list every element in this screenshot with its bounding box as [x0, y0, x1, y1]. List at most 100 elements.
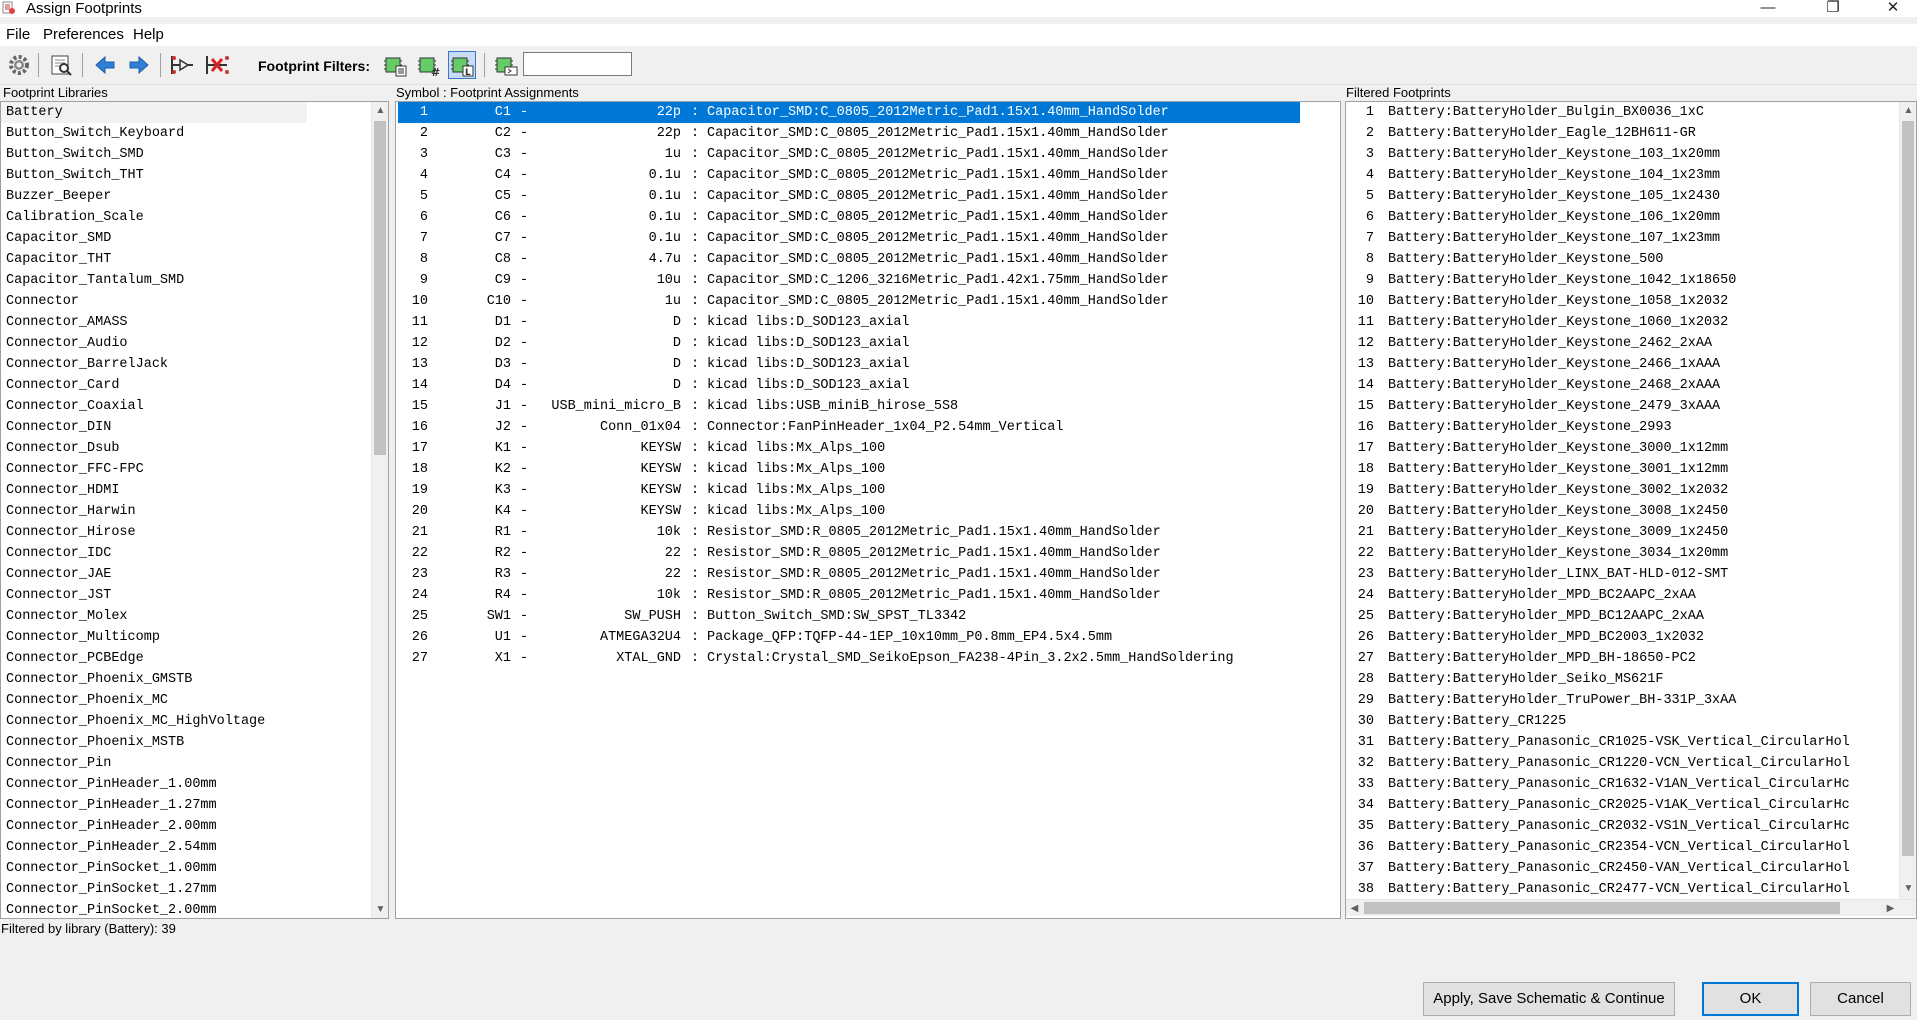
- filtered-footprint-row[interactable]: 18 Battery:BatteryHolder_Keystone_3001_1x…: [1346, 459, 1906, 480]
- assignment-row[interactable]: 16 J2- Conn_01x04: Connector:FanPinHeader_1…: [398, 417, 1340, 438]
- filtered-footprint-row[interactable]: 37 Battery:Battery_Panasonic_CR2450-VAN_V…: [1346, 858, 1906, 879]
- assignment-row[interactable]: 6 C6-0.1u: Capacitor_SMD:C_0805_2012Metric…: [398, 207, 1340, 228]
- auto-associate-icon[interactable]: [168, 51, 196, 79]
- assignment-row[interactable]: 19 K3- KEYSW: kicad libs:Mx_Alps_100: [398, 480, 1340, 501]
- assignment-row[interactable]: 2 C2-22p: Capacitor_SMD:C_0805_2012Metric_…: [398, 123, 1340, 144]
- assignment-row[interactable]: 8 C8-4.7u: Capacitor_SMD:C_0805_2012Metric…: [398, 249, 1340, 270]
- filtered-footprint-row[interactable]: 25 Battery:BatteryHolder_MPD_BC12AAPC_2xA…: [1346, 606, 1906, 627]
- filtered-footprint-row[interactable]: 14 Battery:BatteryHolder_Keystone_2468_2x…: [1346, 375, 1906, 396]
- filtered-footprint-row[interactable]: 17 Battery:BatteryHolder_Keystone_3000_1x…: [1346, 438, 1906, 459]
- assignment-row[interactable]: 23 R3-22: Resistor_SMD:R_0805_2012Metric_P…: [398, 564, 1340, 585]
- filtered-footprint-row[interactable]: 27 Battery:BatteryHolder_MPD_BH-18650-PC2: [1346, 648, 1906, 669]
- scroll-up-icon[interactable]: ▲: [1900, 102, 1916, 119]
- symbol-footprint-assignments-list[interactable]: 1 C1-22p: Capacitor_SMD:C_0805_2012Metric_…: [395, 101, 1341, 919]
- cancel-button[interactable]: Cancel: [1810, 982, 1911, 1016]
- library-list-item[interactable]: Connector_Audio: [6, 333, 128, 354]
- library-list-item[interactable]: Connector_IDC: [6, 543, 111, 564]
- library-list-item[interactable]: Button_Switch_Keyboard: [6, 123, 184, 144]
- assignment-row[interactable]: 4 C4-0.1u: Capacitor_SMD:C_0805_2012Metric…: [398, 165, 1340, 186]
- menu-help[interactable]: Help: [133, 26, 164, 44]
- library-list-item[interactable]: Connector_PinHeader_1.27mm: [6, 795, 217, 816]
- library-list-item[interactable]: Connector_Phoenix_MC_HighVoltage: [6, 711, 265, 732]
- arrow-right-icon[interactable]: [125, 51, 153, 79]
- library-list-item[interactable]: Connector_Phoenix_GMSTB: [6, 669, 192, 690]
- footprint-libraries-list[interactable]: ▲ ▼ Battery Button_Switch_Keyboard Button_…: [0, 101, 389, 919]
- delete-associations-icon[interactable]: [203, 51, 231, 79]
- library-list-item[interactable]: Connector_Harwin: [6, 501, 136, 522]
- filtered-footprint-row[interactable]: 11 Battery:BatteryHolder_Keystone_1060_1x…: [1346, 312, 1906, 333]
- assignment-row[interactable]: 10 C10-1u: Capacitor_SMD:C_0805_2012Metric…: [398, 291, 1340, 312]
- filtered-footprint-row[interactable]: 2 Battery:BatteryHolder_Eagle_12BH611-GR: [1346, 123, 1906, 144]
- filtered-footprint-row[interactable]: 4 Battery:BatteryHolder_Keystone_104_1x23…: [1346, 165, 1906, 186]
- library-list-item[interactable]: Connector_PinHeader_2.54mm: [6, 837, 217, 858]
- maximize-icon[interactable]: ❐: [1810, 0, 1856, 17]
- library-list-item[interactable]: Connector_HDMI: [6, 480, 119, 501]
- library-list-item[interactable]: Connector_Hirose: [6, 522, 136, 543]
- library-list-item[interactable]: Connector_PinSocket_1.00mm: [6, 858, 217, 879]
- library-list-item[interactable]: Connector_Pin: [6, 753, 111, 774]
- library-list-item[interactable]: Button_Switch_THT: [6, 165, 144, 186]
- filtered-footprints-list[interactable]: 38 Battery:Battery_Panasonic_CR2477-VCN_V…: [1345, 101, 1917, 919]
- library-list-item[interactable]: Connector: [6, 291, 79, 312]
- close-icon[interactable]: ✕: [1870, 0, 1916, 17]
- library-list-item[interactable]: Connector_JST: [6, 585, 111, 606]
- filtered-footprint-row[interactable]: 38 Battery:Battery_Panasonic_CR2477-VCN_V…: [1346, 879, 1906, 900]
- library-list-item[interactable]: Calibration_Scale: [6, 207, 144, 228]
- filtered-footprint-row[interactable]: 10 Battery:BatteryHolder_Keystone_1058_1x…: [1346, 291, 1906, 312]
- library-list-item[interactable]: Connector_Coaxial: [6, 396, 144, 417]
- library-list-item[interactable]: Connector_PinSocket_2.00mm: [6, 900, 217, 918]
- scroll-down-icon[interactable]: ▼: [1900, 880, 1916, 897]
- assignment-row[interactable]: 18 K2- KEYSW: kicad libs:Mx_Alps_100: [398, 459, 1340, 480]
- filtered-footprint-row[interactable]: 5 Battery:BatteryHolder_Keystone_105_1x24…: [1346, 186, 1906, 207]
- filtered-footprint-row[interactable]: 30 Battery:Battery_CR1225: [1346, 711, 1906, 732]
- filtered-footprint-row[interactable]: 29 Battery:BatteryHolder_TruPower_BH-331P…: [1346, 690, 1906, 711]
- library-list-item[interactable]: Buzzer_Beeper: [6, 186, 111, 207]
- library-list-item[interactable]: Connector_DIN: [6, 417, 111, 438]
- libraries-scroll-thumb[interactable]: [374, 121, 386, 455]
- assignment-row[interactable]: 25 SW1- SW_PUSH: Button_Switch_SMD:SW_SPST_…: [398, 606, 1340, 627]
- ok-button[interactable]: OK: [1702, 982, 1799, 1016]
- view-footprint-icon[interactable]: [47, 51, 75, 79]
- menu-file[interactable]: File: [6, 26, 30, 44]
- library-list-item[interactable]: Connector_Molex: [6, 606, 128, 627]
- assignment-row[interactable]: 9 C9-10u: Capacitor_SMD:C_1206_3216Metric_…: [398, 270, 1340, 291]
- assignment-row[interactable]: 26 U1- ATMEGA32U4: Package_QFP:TQFP-44-1EP_…: [398, 627, 1340, 648]
- settings-gear-icon[interactable]: [5, 51, 33, 79]
- apply-save-continue-button[interactable]: Apply, Save Schematic & Continue: [1423, 982, 1675, 1016]
- filtered-footprint-row[interactable]: 8 Battery:BatteryHolder_Keystone_500: [1346, 249, 1906, 270]
- assignment-row[interactable]: 11 D1- D: kicad libs:D_SOD123_axial: [398, 312, 1340, 333]
- assignment-row[interactable]: 1 C1-22p: Capacitor_SMD:C_0805_2012Metric_…: [398, 102, 1300, 123]
- filtered-footprint-row[interactable]: 33 Battery:Battery_Panasonic_CR1632-V1AN_…: [1346, 774, 1906, 795]
- library-list-item[interactable]: Connector_Multicomp: [6, 627, 160, 648]
- library-list-item[interactable]: Connector_Card: [6, 375, 119, 396]
- library-list-item[interactable]: Connector_BarrelJack: [6, 354, 168, 375]
- filtered-footprint-row[interactable]: 3 Battery:BatteryHolder_Keystone_103_1x20…: [1346, 144, 1906, 165]
- library-list-item[interactable]: Connector_Phoenix_MSTB: [6, 732, 184, 753]
- assignment-row[interactable]: 27 X1- XTAL_GND: Crystal:Crystal_SMD_SeikoE…: [398, 648, 1340, 669]
- assignment-row[interactable]: 15 J1- USB_mini_micro_B: kicad libs:USB_min…: [398, 396, 1340, 417]
- scroll-left-icon[interactable]: ◀: [1346, 900, 1363, 917]
- filtered-footprint-row[interactable]: 21 Battery:BatteryHolder_Keystone_3009_1x…: [1346, 522, 1906, 543]
- assignment-row[interactable]: 21 R1-10k: Resistor_SMD:R_0805_2012Metric_…: [398, 522, 1340, 543]
- filtered-footprint-row[interactable]: 13 Battery:BatteryHolder_Keystone_2466_1x…: [1346, 354, 1906, 375]
- assignment-row[interactable]: 17 K1- KEYSW: kicad libs:Mx_Alps_100: [398, 438, 1340, 459]
- filter-by-keywords-icon[interactable]: [381, 51, 409, 79]
- assignment-row[interactable]: 20 K4- KEYSW: kicad libs:Mx_Alps_100: [398, 501, 1340, 522]
- filtered-footprint-row[interactable]: 19 Battery:BatteryHolder_Keystone_3002_1x…: [1346, 480, 1906, 501]
- filtered-footprint-row[interactable]: 6 Battery:BatteryHolder_Keystone_106_1x20…: [1346, 207, 1906, 228]
- library-list-item[interactable]: Connector_FFC-FPC: [6, 459, 144, 480]
- filtered-footprint-row[interactable]: 9 Battery:BatteryHolder_Keystone_1042_1x1…: [1346, 270, 1906, 291]
- scroll-up-icon[interactable]: ▲: [372, 102, 388, 119]
- filtered-footprint-row[interactable]: 32 Battery:Battery_Panasonic_CR1220-VCN_V…: [1346, 753, 1906, 774]
- filtered-footprint-row[interactable]: 12 Battery:BatteryHolder_Keystone_2462_2x…: [1346, 333, 1906, 354]
- filtered-horizontal-scrollbar[interactable]: ◀ ▶: [1346, 899, 1916, 916]
- library-list-item[interactable]: Capacitor_THT: [6, 249, 111, 270]
- library-list-item[interactable]: Connector_PCBEdge: [6, 648, 144, 669]
- filtered-footprint-row[interactable]: 16 Battery:BatteryHolder_Keystone_2993: [1346, 417, 1906, 438]
- library-list-item[interactable]: Capacitor_Tantalum_SMD: [6, 270, 184, 291]
- scroll-down-icon[interactable]: ▼: [372, 901, 388, 918]
- filtered-footprint-row[interactable]: 31 Battery:Battery_Panasonic_CR1025-VSK_V…: [1346, 732, 1906, 753]
- arrow-left-icon[interactable]: [91, 51, 119, 79]
- libraries-scrollbar[interactable]: ▲ ▼: [371, 102, 388, 918]
- filtered-footprint-row[interactable]: 1 Battery:BatteryHolder_Bulgin_BX0036_1xC: [1346, 102, 1906, 123]
